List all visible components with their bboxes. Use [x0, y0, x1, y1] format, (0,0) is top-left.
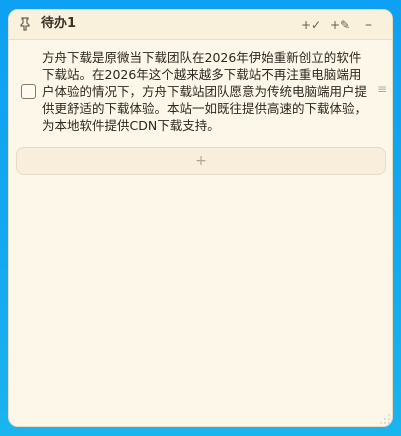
add-edit-task-button[interactable]: +✎: [330, 15, 354, 35]
add-checked-task-button[interactable]: +✓: [301, 15, 323, 35]
window-title: 待办1: [41, 16, 77, 31]
desktop-background: 待办1 +✓ +✎ – 方舟下载是原微当下载团队在2026年伊始重新创立的软件下…: [0, 0, 401, 436]
task-item: 方舟下载是原微当下载团队在2026年伊始重新创立的软件下载站。在2026年这个越…: [16, 46, 387, 140]
task-text[interactable]: 方舟下载是原微当下载团队在2026年伊始重新创立的软件下载站。在2026年这个越…: [42, 49, 369, 137]
drag-handle-icon[interactable]: ≡: [377, 82, 387, 96]
minimize-button[interactable]: –: [365, 15, 379, 35]
title-bar[interactable]: 待办1 +✓ +✎ –: [9, 10, 392, 40]
resize-grip-icon[interactable]: [379, 413, 391, 425]
add-task-button[interactable]: +: [16, 147, 386, 175]
todo-window: 待办1 +✓ +✎ – 方舟下载是原微当下载团队在2026年伊始重新创立的软件下…: [8, 9, 393, 427]
task-checkbox[interactable]: [21, 84, 36, 99]
pin-icon[interactable]: [17, 16, 33, 32]
